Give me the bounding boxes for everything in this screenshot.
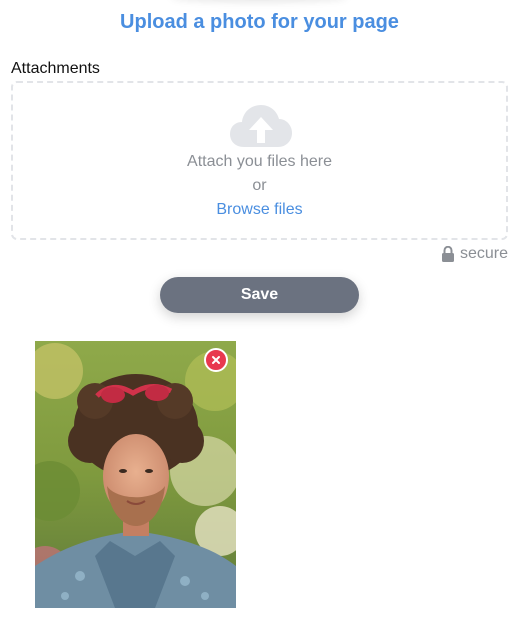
remove-photo-button[interactable]: [204, 348, 228, 372]
attachments-label: Attachments: [11, 60, 100, 77]
file-dropzone[interactable]: Attach you files here or Browse files: [11, 81, 508, 240]
secure-indicator: secure: [441, 245, 508, 263]
dropzone-or-text: or: [252, 177, 267, 194]
close-icon: [212, 356, 220, 364]
lock-icon: [441, 246, 454, 262]
upload-page: Upload a photo for your page Attachments…: [0, 0, 519, 627]
browse-files-link[interactable]: Browse files: [13, 201, 506, 219]
portrait-photo-image: [35, 341, 236, 608]
save-button[interactable]: Save: [160, 277, 359, 313]
dropzone-instruction: Attach you files here: [187, 153, 332, 170]
uploaded-photo: [35, 341, 236, 608]
cloud-upload-icon: [230, 105, 292, 147]
secure-label: secure: [459, 245, 508, 262]
page-title: Upload a photo for your page: [120, 11, 399, 33]
